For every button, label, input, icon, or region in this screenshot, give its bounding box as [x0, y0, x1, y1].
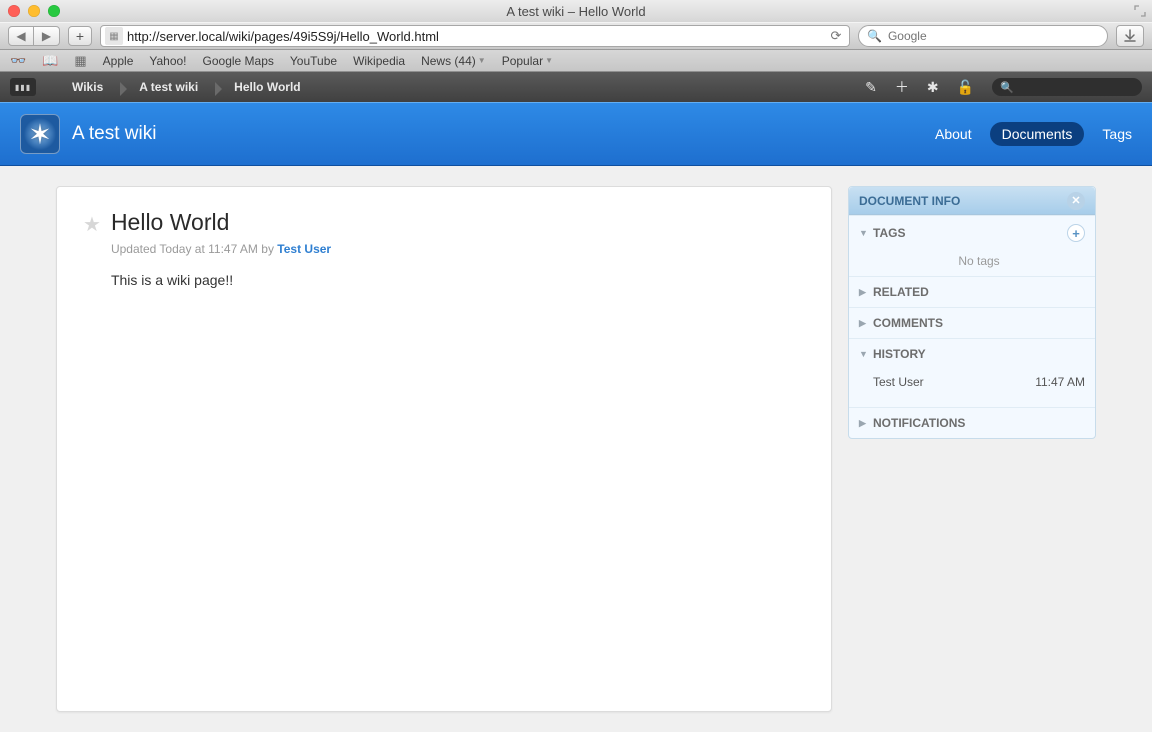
browser-window: A test wiki – Hello World ◀ ▶ + ▦ ⟳ 🔍 👓 … — [0, 0, 1152, 732]
wiki-nav: About Documents Tags — [935, 122, 1132, 146]
search-input[interactable] — [888, 29, 1099, 43]
section-notifications-label: NOTIFICATIONS — [873, 416, 965, 430]
nav-tags[interactable]: Tags — [1102, 126, 1132, 142]
section-related-header[interactable]: ▶ RELATED — [849, 277, 1095, 307]
page-body: This is a wiki page!! — [111, 272, 331, 288]
history-user: Test User — [873, 375, 924, 389]
page-meta: Updated Today at 11:47 AM by Test User — [111, 242, 331, 256]
add-bookmark-button[interactable]: + — [68, 26, 92, 46]
disclosure-triangle-icon: ▼ — [859, 349, 869, 359]
meta-text: Updated Today at 11:47 AM by — [111, 242, 277, 256]
bookmark-news[interactable]: News (44)▼ — [421, 54, 486, 68]
section-notifications: ▶ NOTIFICATIONS — [849, 407, 1095, 438]
wiki-action-bar: ▮▮▮ Wikis A test wiki Hello World ✎ ＋ ✱ … — [0, 72, 1152, 102]
bookmark-wikipedia[interactable]: Wikipedia — [353, 54, 405, 68]
section-history-label: HISTORY — [873, 347, 926, 361]
lock-icon[interactable]: 🔓 — [957, 79, 974, 96]
sidebar-toggle-button[interactable]: ▮▮▮ — [10, 78, 36, 96]
browser-toolbar: ◀ ▶ + ▦ ⟳ 🔍 — [0, 22, 1152, 50]
crumb-page-name[interactable]: Hello World — [216, 80, 318, 94]
wiki-header: A test wiki About Documents Tags — [0, 102, 1152, 166]
section-tags-header[interactable]: ▼ TAGS + — [849, 216, 1095, 250]
tags-empty-text: No tags — [849, 250, 1095, 276]
section-history: ▼ HISTORY Test User 11:47 AM — [849, 338, 1095, 407]
fullscreen-icon[interactable] — [1134, 4, 1146, 22]
panel-header: DOCUMENT INFO ✕ — [849, 187, 1095, 215]
disclosure-triangle-icon: ▶ — [859, 287, 869, 298]
edit-icon[interactable]: ✎ — [865, 79, 877, 96]
disclosure-triangle-icon: ▼ — [859, 228, 869, 238]
reload-button[interactable]: ⟳ — [825, 28, 847, 44]
back-button[interactable]: ◀ — [8, 26, 34, 46]
section-comments-label: COMMENTS — [873, 316, 943, 330]
meta-user-link[interactable]: Test User — [277, 242, 331, 256]
page-title: Hello World — [111, 209, 331, 236]
favorite-star-icon[interactable]: ★ — [83, 212, 101, 237]
chevron-down-icon: ▼ — [545, 56, 553, 65]
content-area: ★ Hello World Updated Today at 11:47 AM … — [0, 166, 1152, 732]
topsites-icon[interactable]: ▦ — [74, 53, 86, 69]
document: ★ Hello World Updated Today at 11:47 AM … — [56, 186, 832, 712]
crumb-wiki-name[interactable]: A test wiki — [121, 80, 216, 94]
search-box[interactable]: 🔍 — [858, 25, 1108, 47]
section-tags: ▼ TAGS + No tags — [849, 215, 1095, 276]
wiki-title: A test wiki — [72, 123, 156, 145]
nav-about[interactable]: About — [935, 126, 972, 142]
bookmarks-icon[interactable]: 📖 — [42, 53, 58, 69]
chevron-down-icon: ▼ — [478, 56, 486, 65]
disclosure-triangle-icon: ▶ — [859, 418, 869, 429]
history-time: 11:47 AM — [1035, 375, 1085, 389]
breadcrumb: ▮▮▮ Wikis A test wiki Hello World — [10, 78, 319, 96]
history-body: Test User 11:47 AM — [849, 369, 1095, 407]
bookmark-popular[interactable]: Popular▼ — [502, 54, 553, 68]
url-input[interactable] — [127, 29, 825, 44]
document-header: ★ Hello World Updated Today at 11:47 AM … — [83, 209, 805, 288]
section-history-header[interactable]: ▼ HISTORY — [849, 339, 1095, 369]
reading-list-icon[interactable]: 👓 — [10, 53, 26, 69]
add-tag-button[interactable]: + — [1067, 224, 1085, 242]
site-favicon: ▦ — [105, 27, 123, 45]
bookmark-yahoo[interactable]: Yahoo! — [149, 54, 186, 68]
gear-icon[interactable]: ✱ — [927, 79, 939, 96]
section-comments-header[interactable]: ▶ COMMENTS — [849, 308, 1095, 338]
panel-title: DOCUMENT INFO — [859, 194, 960, 208]
search-icon: 🔍 — [1000, 81, 1014, 94]
nav-buttons: ◀ ▶ — [8, 26, 60, 46]
wiki-search[interactable]: 🔍 — [992, 78, 1142, 96]
section-related-label: RELATED — [873, 285, 929, 299]
bookmark-youtube[interactable]: YouTube — [290, 54, 337, 68]
search-icon: 🔍 — [867, 29, 882, 43]
document-info-panel: DOCUMENT INFO ✕ ▼ TAGS + No tags ▶ RELAT… — [848, 186, 1096, 439]
section-notifications-header[interactable]: ▶ NOTIFICATIONS — [849, 408, 1095, 438]
titlebar: A test wiki – Hello World — [0, 0, 1152, 22]
address-bar[interactable]: ▦ ⟳ — [100, 25, 850, 47]
wiki-logo[interactable] — [20, 114, 60, 154]
downloads-button[interactable] — [1116, 25, 1144, 47]
bookmark-popular-label: Popular — [502, 54, 543, 68]
disclosure-triangle-icon: ▶ — [859, 318, 869, 329]
section-tags-label: TAGS — [873, 226, 905, 240]
add-page-icon[interactable]: ＋ — [895, 77, 909, 97]
window-title: A test wiki – Hello World — [0, 4, 1152, 19]
bookmark-news-label: News (44) — [421, 54, 476, 68]
bookmark-apple[interactable]: Apple — [103, 54, 134, 68]
section-related: ▶ RELATED — [849, 276, 1095, 307]
bookmark-googlemaps[interactable]: Google Maps — [203, 54, 274, 68]
crumb-wikis[interactable]: Wikis — [54, 80, 121, 94]
history-entry[interactable]: Test User 11:47 AM — [873, 373, 1085, 395]
forward-button[interactable]: ▶ — [34, 26, 60, 46]
close-panel-button[interactable]: ✕ — [1067, 192, 1085, 210]
section-comments: ▶ COMMENTS — [849, 307, 1095, 338]
wiki-actions: ✎ ＋ ✱ 🔓 🔍 — [865, 77, 1142, 97]
nav-documents[interactable]: Documents — [990, 122, 1085, 146]
bookmarks-bar: 👓 📖 ▦ Apple Yahoo! Google Maps YouTube W… — [0, 50, 1152, 72]
